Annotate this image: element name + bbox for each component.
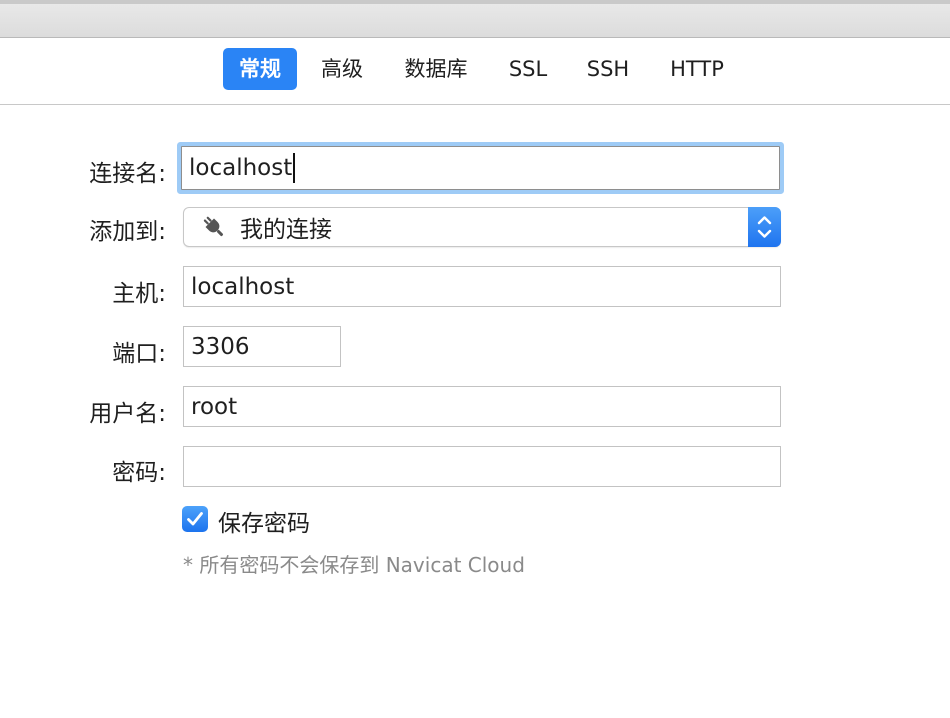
port-input[interactable]: 3306 bbox=[183, 326, 341, 367]
connection-name-value: localhost bbox=[189, 155, 293, 181]
add-to-value: 我的连接 bbox=[240, 217, 332, 243]
checkmark-icon bbox=[187, 512, 203, 526]
tab-http[interactable]: HTTP bbox=[656, 48, 738, 90]
cloud-password-note: * 所有密码不会保存到 Navicat Cloud bbox=[183, 553, 525, 577]
username-label: 用户名: bbox=[89, 401, 166, 427]
tab-ssh[interactable]: SSH bbox=[574, 48, 642, 90]
add-to-label: 添加到: bbox=[89, 219, 166, 245]
tab-advanced[interactable]: 高级 bbox=[306, 48, 378, 90]
port-label: 端口: bbox=[112, 341, 166, 367]
connection-name-label: 连接名: bbox=[89, 161, 166, 187]
host-input[interactable]: localhost bbox=[183, 266, 781, 307]
add-to-select[interactable]: 我的连接 bbox=[183, 207, 781, 247]
save-password-checkbox[interactable] bbox=[182, 506, 208, 532]
username-input[interactable]: root bbox=[183, 386, 781, 427]
tab-ssl[interactable]: SSL bbox=[496, 48, 560, 90]
connection-name-input[interactable]: localhost bbox=[181, 146, 780, 190]
save-password-label[interactable]: 保存密码 bbox=[218, 504, 310, 538]
password-label: 密码: bbox=[112, 460, 166, 486]
host-label: 主机: bbox=[112, 281, 166, 307]
port-value: 3306 bbox=[191, 333, 250, 360]
password-input[interactable] bbox=[183, 446, 781, 487]
select-stepper[interactable] bbox=[748, 207, 781, 247]
plug-icon bbox=[200, 213, 228, 241]
username-value: root bbox=[191, 393, 238, 420]
tab-general[interactable]: 常规 bbox=[223, 48, 297, 90]
tab-databases[interactable]: 数据库 bbox=[390, 48, 482, 90]
text-caret bbox=[293, 153, 296, 183]
chevron-up-down-icon bbox=[757, 216, 772, 238]
host-value: localhost bbox=[191, 273, 295, 300]
window-toolbar bbox=[0, 0, 950, 38]
tab-bar: 常规 高级 数据库 SSL SSH HTTP bbox=[0, 38, 950, 105]
